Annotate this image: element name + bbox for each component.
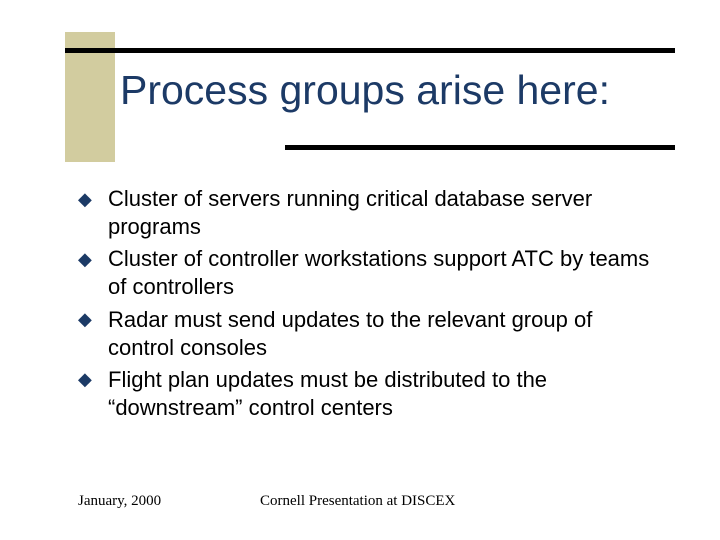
top-divider — [65, 48, 675, 53]
bullet-list: ◆ Cluster of servers running critical da… — [78, 185, 660, 422]
bullet-text: Cluster of controller workstations suppo… — [108, 246, 649, 299]
bullet-icon: ◆ — [78, 370, 92, 388]
bullet-icon: ◆ — [78, 310, 92, 328]
mid-divider — [285, 145, 675, 150]
bullet-icon: ◆ — [78, 250, 92, 268]
bullet-text: Radar must send updates to the relevant … — [108, 307, 592, 360]
slide: Process groups arise here: ◆ Cluster of … — [0, 0, 720, 540]
bullet-text: Flight plan updates must be distributed … — [108, 367, 547, 420]
list-item: ◆ Radar must send updates to the relevan… — [78, 306, 660, 362]
slide-title: Process groups arise here: — [120, 68, 610, 113]
bullet-icon: ◆ — [78, 190, 92, 208]
list-item: ◆ Cluster of controller workstations sup… — [78, 245, 660, 301]
list-item: ◆ Flight plan updates must be distribute… — [78, 366, 660, 422]
footer-center: Cornell Presentation at DISCEX — [260, 493, 455, 510]
bullet-text: Cluster of servers running critical data… — [108, 186, 592, 239]
list-item: ◆ Cluster of servers running critical da… — [78, 185, 660, 241]
slide-content: ◆ Cluster of servers running critical da… — [78, 185, 660, 426]
